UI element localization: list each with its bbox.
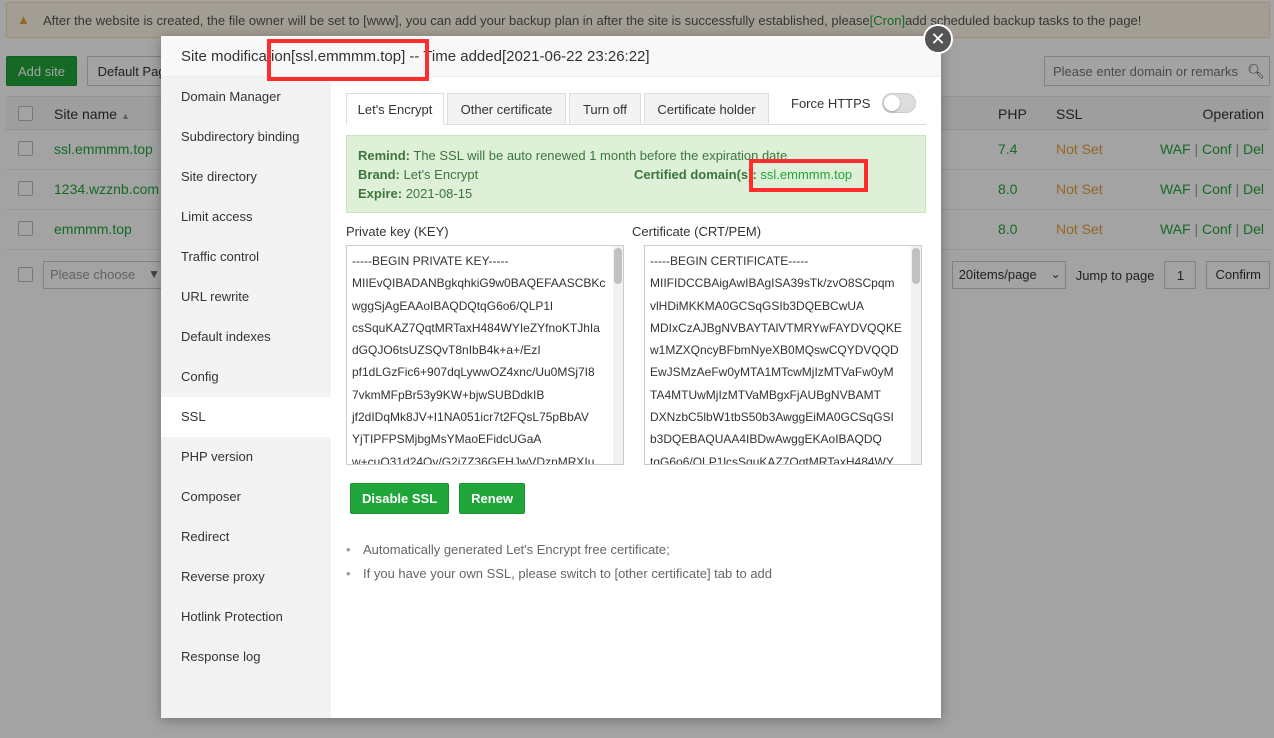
- tip-item: If you have your own SSL, please switch …: [346, 566, 772, 590]
- sidebar-item-limit-access[interactable]: Limit access: [161, 197, 331, 237]
- ssl-actions: Disable SSL Renew: [350, 483, 526, 514]
- sidebar-item-hotlink-protection[interactable]: Hotlink Protection: [161, 597, 331, 637]
- sidebar-item-composer[interactable]: Composer: [161, 477, 331, 517]
- close-modal-button[interactable]: ✕: [923, 24, 953, 54]
- scrollbar-thumb[interactable]: [912, 248, 920, 284]
- brand-label: Brand:: [358, 167, 400, 182]
- sidebar-item-response-log[interactable]: Response log: [161, 637, 331, 677]
- cert-line: w1MZXQncyBFbmNyeXB0MQswCQYDVQQD: [650, 343, 899, 358]
- cert-line: TA4MTUwMjIzMTVaMBgxFjAUBgNVBAMT: [650, 387, 881, 402]
- certificate-textarea[interactable]: -----BEGIN CERTIFICATE----- MIIFIDCCBAig…: [644, 245, 922, 465]
- key-line: -----BEGIN PRIVATE KEY-----: [352, 254, 509, 268]
- cert-line: tqG6o6/QLP1lcsSquKAZ7QqtMRTaxH484WY: [650, 454, 894, 465]
- cert-line: b3DQEBAQUAA4IBDwAwggEKAoIBAQDQ: [650, 432, 882, 447]
- sidebar-item-ssl[interactable]: SSL: [161, 397, 331, 437]
- brand-value: Let's Encrypt: [399, 167, 479, 182]
- private-key-textarea[interactable]: -----BEGIN PRIVATE KEY----- MIIEvQIBADAN…: [346, 245, 624, 465]
- force-https-toggle[interactable]: [882, 93, 917, 113]
- sidebar-item-site-directory[interactable]: Site directory: [161, 157, 331, 197]
- close-icon: ✕: [930, 29, 946, 49]
- key-line: jf2dIDqMk8JV+I1NA051icr7t2FQsL75pBbAV: [352, 410, 589, 425]
- tip-item: Automatically generated Let's Encrypt fr…: [346, 542, 772, 566]
- force-https: Force HTTPS: [791, 93, 917, 113]
- key-line: pf1dLGzFic6+907dqLywwOZ4xnc/Uu0MSj7I8: [352, 365, 595, 380]
- tab-lets-encrypt[interactable]: Let's Encrypt: [346, 93, 444, 125]
- sidebar-item-default-indexes[interactable]: Default indexes: [161, 317, 331, 357]
- tab-certificate-holder[interactable]: Certificate holder: [644, 93, 769, 125]
- ssl-tips: Automatically generated Let's Encrypt fr…: [346, 542, 772, 590]
- remind-text: The SSL will be auto renewed 1 month bef…: [410, 148, 788, 163]
- expire-value: 2021-08-15: [402, 186, 473, 201]
- key-line: YjTIPFPSMjbgMsYMaoEFidcUGaA: [352, 432, 542, 447]
- cert-line: MDIxCzAJBgNVBAYTAlVTMRYwFAYDVQQKE: [650, 320, 902, 335]
- sidebar-item-domain-manager[interactable]: Domain Manager: [161, 77, 331, 117]
- remind-label: Remind:: [358, 148, 410, 163]
- scrollbar[interactable]: [613, 246, 623, 464]
- sidebar-item-redirect[interactable]: Redirect: [161, 517, 331, 557]
- sidebar-item-config[interactable]: Config: [161, 357, 331, 397]
- cert-line: vlHDiMKKMA0GCSqGSIb3DQEBCwUA: [650, 298, 865, 313]
- certificate-label: Certificate (CRT/PEM): [632, 224, 762, 239]
- highlight-box-title-domain: [267, 39, 429, 81]
- key-line: dGQJO6tsUZSQvT8nIbB4k+a+/EzI: [352, 343, 541, 358]
- key-line: 7vkmMFpBr53y9KW+bjwSUBDdkIB: [352, 387, 545, 402]
- sidebar-item-traffic-control[interactable]: Traffic control: [161, 237, 331, 277]
- key-line: MIIEvQIBADANBgkqhkiG9w0BAQEFAASCBKc: [352, 276, 606, 291]
- key-line: wggSjAgEAAoIBAQDQtqG6o6/QLP1l: [352, 298, 553, 313]
- key-line: w+cuO31d24Oy/G2j7Z36GEHJwVDznMRXIu: [352, 454, 595, 465]
- cert-line: DXNzbC5lbW1tbS50b3AwggEiMA0GCSqGSI: [650, 410, 894, 425]
- sidebar-item-reverse-proxy[interactable]: Reverse proxy: [161, 557, 331, 597]
- sidebar-item-php-version[interactable]: PHP version: [161, 437, 331, 477]
- cert-line: MIIFIDCCBAigAwIBAgISA39sTk/zvO8SCpqm: [650, 276, 895, 291]
- scrollbar[interactable]: [911, 246, 921, 464]
- cert-line: -----BEGIN CERTIFICATE-----: [650, 254, 809, 268]
- tab-other-certificate[interactable]: Other certificate: [447, 93, 566, 125]
- renew-button[interactable]: Renew: [459, 483, 526, 514]
- key-line: csSquKAZ7QqtMRTaxH484WYIeZYfnoKTJhIa: [352, 320, 600, 335]
- modal-sidebar: Domain Manager Subdirectory binding Site…: [161, 77, 331, 718]
- sidebar-item-url-rewrite[interactable]: URL rewrite: [161, 277, 331, 317]
- toggle-knob: [884, 95, 901, 111]
- disable-ssl-button[interactable]: Disable SSL: [350, 483, 450, 514]
- cert-line: EwJSMzAeFw0yMTA1MTcwMjIzMTVaFw0yM: [650, 365, 894, 380]
- sidebar-item-subdirectory-binding[interactable]: Subdirectory binding: [161, 117, 331, 157]
- private-key-label: Private key (KEY): [346, 224, 449, 239]
- tab-turn-off[interactable]: Turn off: [569, 93, 641, 125]
- force-https-label: Force HTTPS: [791, 95, 871, 111]
- highlight-box-certified-domain: [749, 159, 868, 192]
- certified-domain-label: Certified domain(s):: [634, 167, 757, 182]
- expire-label: Expire:: [358, 186, 403, 201]
- scrollbar-thumb[interactable]: [614, 248, 622, 284]
- site-modification-modal: Site modification[ssl.emmmm.top] -- Time…: [161, 36, 941, 718]
